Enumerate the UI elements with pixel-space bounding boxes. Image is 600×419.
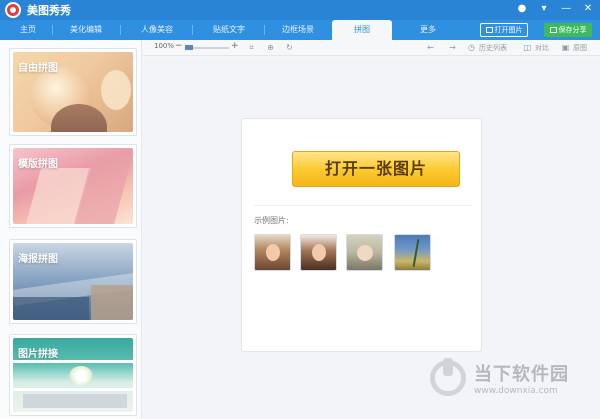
canvas-toolbar: 100% − + ⌗ ⊕ ↻ ← → ◷ 历史列表 ◫ 对比 ▣ 原图 (143, 40, 600, 56)
rotate-icon[interactable]: ↻ (285, 43, 294, 52)
image-icon (485, 27, 493, 33)
tab-portrait[interactable]: 人像美容 (126, 20, 188, 40)
chat-icon[interactable]: ● (516, 3, 528, 15)
window-controls: ● ▾ — ✕ (516, 3, 594, 15)
export-icon (549, 27, 557, 33)
zoom-slider-handle[interactable] (185, 45, 193, 50)
tab-more[interactable]: 更多 (400, 20, 456, 40)
sample-image-child[interactable] (346, 234, 383, 271)
nav-bar: 主页 美化编辑 人像美容 贴纸文字 边框场景 拼图 更多 打开图片 保存分享 (0, 20, 600, 40)
zoom-level: 100% (154, 42, 175, 50)
card-image-stitch[interactable]: 图片拼接 (9, 334, 137, 416)
save-share-button[interactable]: 保存分享 (544, 23, 592, 37)
collage-mode-panel: 自由拼图 模版拼图 海报拼图 图片拼接 (0, 40, 142, 419)
sample-image-woman-1[interactable] (254, 234, 291, 271)
card-label: 模版拼图 (18, 159, 58, 170)
zoom-fit-icon[interactable]: ⊕ (266, 43, 275, 52)
tab-frame-scene[interactable]: 边框场景 (268, 20, 328, 40)
tab-sticker-text[interactable]: 贴纸文字 (198, 20, 260, 40)
minimize-icon[interactable]: — (560, 3, 572, 15)
compare-label[interactable]: 对比 (535, 43, 549, 53)
menu-icon[interactable]: ▾ (538, 3, 550, 15)
history-list-label[interactable]: 历史列表 (479, 43, 507, 53)
tab-edit[interactable]: 美化编辑 (56, 20, 116, 40)
redo-icon[interactable]: → (448, 43, 457, 52)
card-poster-collage[interactable]: 海报拼图 (9, 239, 137, 324)
history-icon[interactable]: ◷ (467, 43, 476, 52)
open-image-button[interactable]: 打开图片 (480, 23, 528, 37)
sample-image-landscape[interactable] (394, 234, 431, 271)
zoom-in-icon[interactable]: + (231, 42, 239, 51)
undo-icon[interactable]: ← (426, 43, 435, 52)
card-template-collage[interactable]: 模版拼图 (9, 144, 137, 228)
open-an-image-button[interactable]: 打开一张图片 (292, 151, 460, 187)
watermark-url: www.downxia.com (474, 386, 558, 396)
tab-collage[interactable]: 拼图 (332, 20, 392, 40)
app-logo-icon (5, 2, 21, 18)
card-free-collage[interactable]: 自由拼图 (9, 48, 137, 136)
save-share-label: 保存分享 (558, 26, 587, 34)
sample-images-label: 示例图片: (254, 216, 289, 225)
crop-icon[interactable]: ⌗ (247, 43, 256, 52)
tab-home[interactable]: 主页 (8, 20, 48, 40)
close-icon[interactable]: ✕ (582, 3, 594, 15)
sample-image-woman-2[interactable] (300, 234, 337, 271)
app-title: 美图秀秀 (27, 4, 71, 17)
open-image-label: 打开图片 (494, 26, 523, 34)
zoom-out-icon[interactable]: − (175, 42, 183, 51)
title-bar: 美图秀秀 ● ▾ — ✕ (0, 0, 600, 20)
card-label: 图片拼接 (18, 349, 58, 360)
divider (254, 205, 472, 206)
open-image-dialog: 打开一张图片 示例图片: (241, 118, 482, 352)
compare-icon[interactable]: ◫ (523, 43, 532, 52)
card-label: 自由拼图 (18, 63, 58, 74)
watermark: 当下软件园 www.downxia.com (430, 356, 600, 406)
card-label: 海报拼图 (18, 254, 58, 265)
watermark-title: 当下软件园 (474, 364, 569, 385)
original-icon[interactable]: ▣ (561, 43, 570, 52)
original-label[interactable]: 原图 (573, 43, 587, 53)
watermark-logo-icon (430, 358, 466, 396)
